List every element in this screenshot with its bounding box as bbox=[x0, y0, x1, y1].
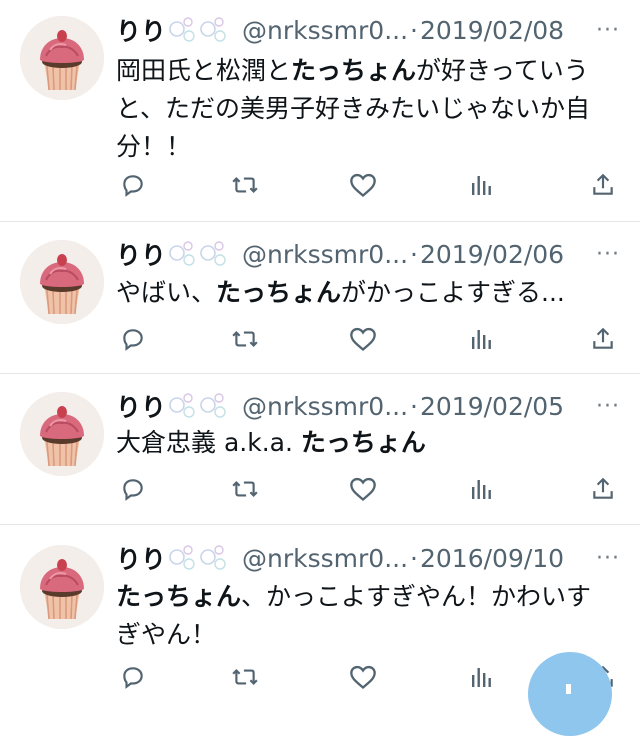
display-name[interactable]: りり bbox=[116, 12, 166, 48]
tweet-text-bold: たっちょん bbox=[291, 56, 417, 85]
compose-button[interactable] bbox=[528, 652, 612, 736]
views-icon[interactable] bbox=[464, 168, 498, 202]
bubbles-emoji-icon bbox=[168, 15, 232, 45]
separator-dot: · bbox=[410, 543, 418, 573]
separator-dot: · bbox=[410, 391, 418, 421]
tweet-text-bold: たっちょん bbox=[216, 278, 342, 307]
views-icon[interactable] bbox=[464, 660, 498, 694]
tweet-header: りり @nrkssmr0... · 2016/09/10 ··· bbox=[116, 540, 636, 576]
views-icon[interactable] bbox=[464, 322, 498, 356]
tweet-actions bbox=[116, 472, 626, 506]
tweet-actions bbox=[116, 322, 626, 356]
bubbles-emoji-icon bbox=[168, 239, 232, 269]
retweet-icon[interactable] bbox=[228, 472, 262, 506]
tweet-text: 大倉忠義 a.k.a. たっちょん bbox=[116, 424, 616, 462]
separator-dot: · bbox=[410, 15, 418, 45]
username-handle[interactable]: @nrkssmr0... bbox=[242, 16, 408, 45]
tweet-text: やばい、たっちょんがかっこよすぎる... bbox=[116, 274, 616, 312]
avatar[interactable] bbox=[20, 392, 104, 476]
more-options-icon[interactable]: ··· bbox=[596, 394, 620, 419]
display-name[interactable]: りり bbox=[116, 388, 166, 424]
reply-icon[interactable] bbox=[116, 472, 150, 506]
tweet-date[interactable]: 2019/02/05 bbox=[420, 392, 564, 421]
tweet-actions bbox=[116, 168, 626, 202]
tweet-divider bbox=[0, 221, 640, 222]
tweet-text-bold: たっちょん bbox=[116, 582, 242, 611]
retweet-icon[interactable] bbox=[228, 660, 262, 694]
tweet-text-bold: たっちょん bbox=[300, 428, 426, 457]
tweet-date[interactable]: 2019/02/06 bbox=[420, 240, 564, 269]
tweet-text: 岡田氏と松潤とたっちょんが好きっていうと、ただの美男子好きみたいじゃないか自分！… bbox=[116, 52, 616, 166]
username-handle[interactable]: @nrkssmr0... bbox=[242, 544, 408, 573]
share-icon[interactable] bbox=[586, 168, 620, 202]
username-handle[interactable]: @nrkssmr0... bbox=[242, 392, 408, 421]
share-icon[interactable] bbox=[586, 472, 620, 506]
tweet-divider bbox=[0, 373, 640, 374]
heart-icon[interactable] bbox=[346, 472, 380, 506]
tweet-date[interactable]: 2016/09/10 bbox=[420, 544, 564, 573]
avatar[interactable] bbox=[20, 240, 104, 324]
tweet-header: りり @nrkssmr0... · 2019/02/08 ··· bbox=[116, 12, 636, 48]
avatar[interactable] bbox=[20, 545, 104, 629]
bubbles-emoji-icon bbox=[168, 543, 232, 573]
tweet-header: りり @nrkssmr0... · 2019/02/05 ··· bbox=[116, 388, 636, 424]
heart-icon[interactable] bbox=[346, 660, 380, 694]
views-icon[interactable] bbox=[464, 472, 498, 506]
tweet-text-segment: がかっこよすぎる... bbox=[341, 278, 565, 307]
tweet-divider bbox=[0, 524, 640, 525]
avatar[interactable] bbox=[20, 16, 104, 100]
display-name[interactable]: りり bbox=[116, 236, 166, 272]
share-icon[interactable] bbox=[586, 322, 620, 356]
bubbles-emoji-icon bbox=[168, 391, 232, 421]
more-options-icon[interactable]: ··· bbox=[596, 546, 620, 571]
heart-icon[interactable] bbox=[346, 168, 380, 202]
separator-dot: · bbox=[410, 239, 418, 269]
tweet-text-segment: 大倉忠義 a.k.a. bbox=[116, 428, 301, 457]
retweet-icon[interactable] bbox=[228, 168, 262, 202]
reply-icon[interactable] bbox=[116, 322, 150, 356]
reply-icon[interactable] bbox=[116, 168, 150, 202]
retweet-icon[interactable] bbox=[228, 322, 262, 356]
username-handle[interactable]: @nrkssmr0... bbox=[242, 240, 408, 269]
plus-icon bbox=[566, 684, 571, 694]
heart-icon[interactable] bbox=[346, 322, 380, 356]
tweet-text-segment: 岡田氏と松潤と bbox=[116, 56, 292, 85]
more-options-icon[interactable]: ··· bbox=[596, 18, 620, 43]
display-name[interactable]: りり bbox=[116, 540, 166, 576]
reply-icon[interactable] bbox=[116, 660, 150, 694]
tweet-header: りり @nrkssmr0... · 2019/02/06 ··· bbox=[116, 236, 636, 272]
tweet-text-segment: やばい、 bbox=[116, 278, 217, 307]
tweet-text: たっちょん、かっこよすぎやん！かわいすぎやん！ bbox=[116, 578, 616, 654]
more-options-icon[interactable]: ··· bbox=[596, 242, 620, 267]
tweet-date[interactable]: 2019/02/08 bbox=[420, 16, 564, 45]
